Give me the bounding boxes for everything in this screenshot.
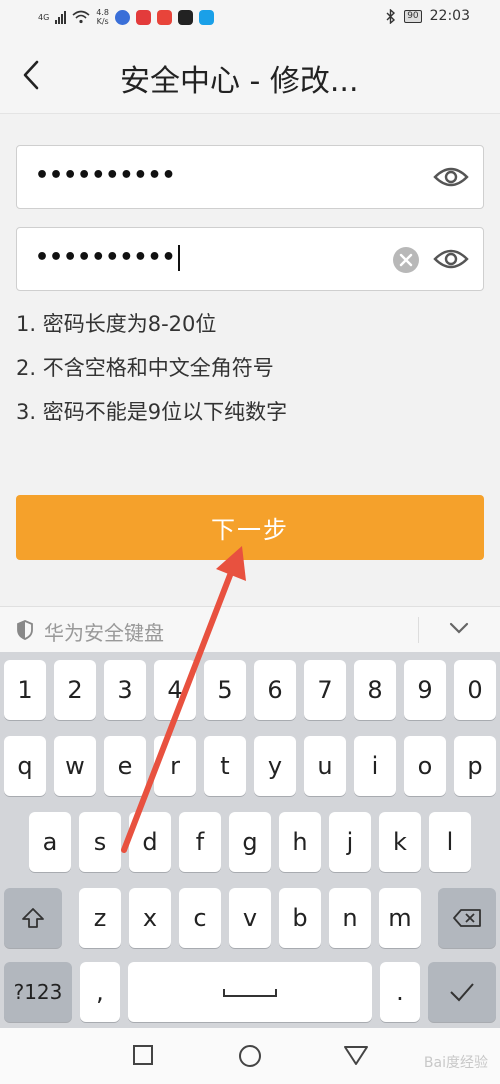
keyboard-header: 华为安全键盘 — [0, 606, 500, 652]
next-step-button[interactable]: 下一步 — [16, 495, 484, 560]
key-1[interactable]: 1 — [4, 660, 46, 720]
key-3[interactable]: 3 — [104, 660, 146, 720]
signal-icon — [55, 10, 67, 24]
key-4[interactable]: 4 — [154, 660, 196, 720]
key-m[interactable]: m — [379, 888, 421, 948]
close-icon — [399, 253, 413, 267]
new-password-field[interactable]: •••••••••• — [16, 145, 484, 209]
triangle-back-icon[interactable] — [343, 1044, 369, 1066]
key-r[interactable]: r — [154, 736, 196, 796]
circle-home-icon[interactable] — [238, 1044, 262, 1068]
key-e[interactable]: e — [104, 736, 146, 796]
show-password-toggle[interactable] — [433, 162, 469, 192]
checkmark-icon — [450, 983, 474, 1002]
key-5[interactable]: 5 — [204, 660, 246, 720]
symbols-key[interactable]: ?123 — [4, 962, 72, 1022]
network-type-label: 4G — [38, 12, 50, 22]
key-l[interactable]: l — [429, 812, 471, 872]
key-h[interactable]: h — [279, 812, 321, 872]
backspace-icon — [453, 909, 481, 927]
chevron-down-icon[interactable] — [448, 621, 470, 635]
key-d[interactable]: d — [129, 812, 171, 872]
divider — [418, 617, 419, 643]
tips-app-icon — [199, 9, 215, 25]
wifi-icon — [72, 10, 90, 24]
key-p[interactable]: p — [454, 736, 496, 796]
clear-button[interactable] — [393, 247, 419, 273]
key-t[interactable]: t — [204, 736, 246, 796]
square-recent-icon[interactable] — [132, 1044, 154, 1066]
shift-key[interactable] — [4, 888, 62, 948]
clock: 22:03 — [429, 8, 470, 24]
text-caret — [177, 245, 180, 271]
key-a[interactable]: a — [29, 812, 71, 872]
key-u[interactable]: u — [304, 736, 346, 796]
key-s[interactable]: s — [79, 812, 121, 872]
net-speed-value: 4.8 — [96, 8, 110, 17]
key-x[interactable]: x — [129, 888, 171, 948]
rule-item: 1. 密码长度为8-20位 — [16, 312, 217, 336]
space-key[interactable] — [128, 962, 372, 1022]
key-k[interactable]: k — [379, 812, 421, 872]
network-type: 4G — [38, 13, 49, 22]
battery-icon: 90 — [404, 9, 422, 23]
shield-icon — [17, 620, 33, 640]
keyboard: 1234567890 qwertyuiop asdfghjkl zxcvbnm … — [0, 652, 500, 1028]
done-key[interactable] — [428, 962, 496, 1022]
shift-icon — [22, 908, 44, 928]
back-button[interactable] — [16, 58, 46, 92]
notification-app-icon — [136, 9, 152, 25]
bluetooth-icon — [386, 8, 396, 24]
key-v[interactable]: v — [229, 888, 271, 948]
watermark: Bai度经验 — [423, 1055, 488, 1071]
rule-item: 3. 密码不能是9位以下纯数字 — [16, 400, 288, 424]
title-bar: 安全中心 - 修改... — [0, 38, 500, 114]
password-rules: 1. 密码长度为8-20位 2. 不含空格和中文全角符号 3. 密码不能是9位以… — [16, 308, 287, 440]
net-speed-unit: K/s — [96, 17, 109, 26]
new-password-value: •••••••••• — [35, 163, 176, 188]
music-app-icon — [115, 9, 131, 25]
chevron-left-icon — [23, 60, 39, 90]
confirm-password-value: •••••••••• — [35, 245, 180, 271]
key-f[interactable]: f — [179, 812, 221, 872]
key-g[interactable]: g — [229, 812, 271, 872]
key-o[interactable]: o — [404, 736, 446, 796]
key-j[interactable]: j — [329, 812, 371, 872]
backspace-key[interactable] — [438, 888, 496, 948]
comma-key[interactable]: , — [80, 962, 120, 1022]
status-bar: 4G 4.8 K/s 90 22:03 — [0, 0, 500, 38]
keyboard-title: 华为安全键盘 — [44, 621, 164, 645]
space-icon — [223, 989, 277, 997]
show-confirm-toggle[interactable] — [433, 244, 469, 274]
news-app-icon — [157, 9, 173, 25]
key-c[interactable]: c — [179, 888, 221, 948]
key-y[interactable]: y — [254, 736, 296, 796]
eye-icon — [433, 167, 469, 187]
key-b[interactable]: b — [279, 888, 321, 948]
key-0[interactable]: 0 — [454, 660, 496, 720]
key-8[interactable]: 8 — [354, 660, 396, 720]
confirm-password-dots: •••••••••• — [35, 245, 176, 270]
key-i[interactable]: i — [354, 736, 396, 796]
net-speed: 4.8 K/s — [96, 8, 109, 26]
key-w[interactable]: w — [54, 736, 96, 796]
capcut-app-icon — [178, 9, 194, 25]
confirm-password-field[interactable]: •••••••••• — [16, 227, 484, 291]
key-2[interactable]: 2 — [54, 660, 96, 720]
key-7[interactable]: 7 — [304, 660, 346, 720]
period-key[interactable]: . — [380, 962, 420, 1022]
eye-icon — [433, 249, 469, 269]
key-6[interactable]: 6 — [254, 660, 296, 720]
key-9[interactable]: 9 — [404, 660, 446, 720]
rule-item: 2. 不含空格和中文全角符号 — [16, 356, 274, 380]
page-title: 安全中心 - 修改... — [120, 64, 359, 99]
key-n[interactable]: n — [329, 888, 371, 948]
key-q[interactable]: q — [4, 736, 46, 796]
battery-level: 90 — [407, 10, 419, 21]
key-z[interactable]: z — [79, 888, 121, 948]
